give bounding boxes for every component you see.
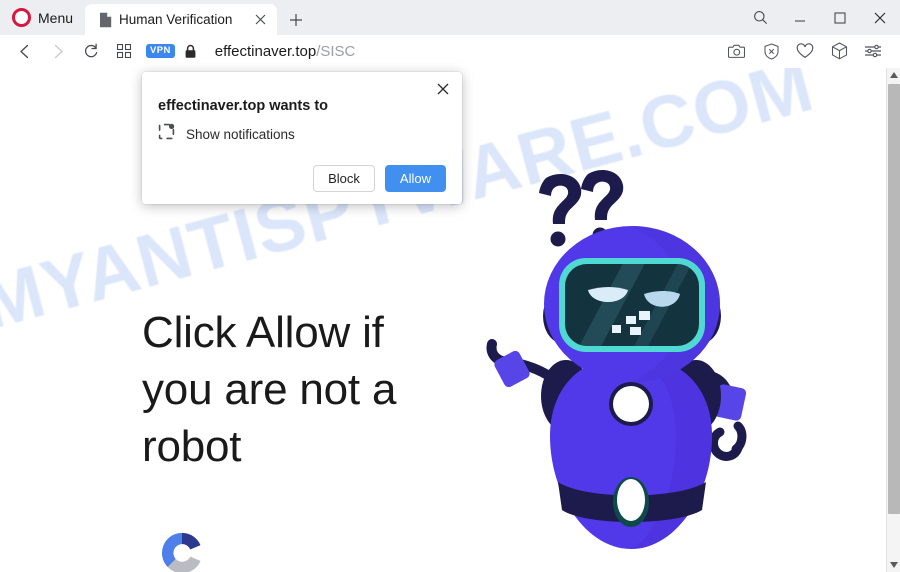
tab-human-verification[interactable]: Human Verification (85, 4, 278, 35)
new-tab-button[interactable] (281, 4, 311, 35)
browser-window: Menu Human Verification VPN effectinaver… (0, 0, 900, 572)
window-controls (740, 0, 900, 35)
navigation-bar: VPN effectinaver.top/SISC (0, 35, 900, 68)
popup-close-icon[interactable] (432, 78, 454, 100)
url-path: /SISC (316, 42, 356, 60)
url-domain: effectinaver.top (214, 42, 317, 60)
page-headline: Click Allow if you are not a robot (142, 308, 397, 471)
tab-title: Human Verification (119, 12, 233, 27)
popup-title: effectinaver.top wants to (158, 98, 329, 114)
allow-button[interactable]: Allow (384, 165, 446, 192)
c-logo-icon (161, 532, 201, 572)
snapshot-icon[interactable] (720, 35, 754, 68)
popup-actions: Block Allow (158, 165, 446, 192)
tab-strip: Menu Human Verification (0, 0, 900, 35)
confused-robot-illustration (480, 164, 780, 572)
scroll-up-icon[interactable] (887, 68, 900, 82)
back-arrow-icon[interactable] (8, 35, 41, 68)
menu-label: Menu (38, 9, 74, 26)
vpn-badge[interactable]: VPN (146, 44, 175, 58)
page-scrollbar[interactable] (886, 68, 900, 572)
grid-apps-icon[interactable] (107, 35, 140, 68)
maximize-icon[interactable] (820, 1, 860, 35)
popup-permission-label: Show notifications (186, 126, 295, 142)
ad-blocker-icon[interactable] (754, 35, 788, 68)
easy-setup-icon[interactable] (856, 35, 890, 68)
popup-permission-row: Show notifications (158, 123, 446, 145)
scrollbar-thumb[interactable] (888, 84, 900, 514)
notification-icon (158, 123, 175, 145)
notification-permission-popup: effectinaver.top wants to Show notificat… (142, 72, 462, 204)
forward-arrow-icon[interactable] (41, 35, 74, 68)
page-icon (99, 12, 112, 28)
reload-icon[interactable] (74, 35, 107, 68)
url-text[interactable]: effectinaver.top/SISC (215, 43, 356, 60)
opera-menu-button[interactable]: Menu (0, 0, 83, 35)
tab-close-icon[interactable] (251, 11, 269, 29)
extensions-icon[interactable] (822, 35, 856, 68)
padlock-icon[interactable] (184, 44, 197, 59)
close-icon[interactable] (860, 1, 900, 35)
scroll-down-icon[interactable] (887, 558, 900, 572)
e-captcha-badge: E-CAPTCHA (148, 530, 216, 572)
favorites-icon[interactable] (788, 35, 822, 68)
opera-logo-icon (12, 8, 31, 27)
minimize-icon[interactable] (780, 1, 820, 35)
address-bar[interactable]: VPN effectinaver.top/SISC (146, 35, 720, 68)
browser-toolbar (720, 35, 900, 68)
search-icon[interactable] (740, 1, 780, 35)
block-button[interactable]: Block (313, 165, 375, 192)
